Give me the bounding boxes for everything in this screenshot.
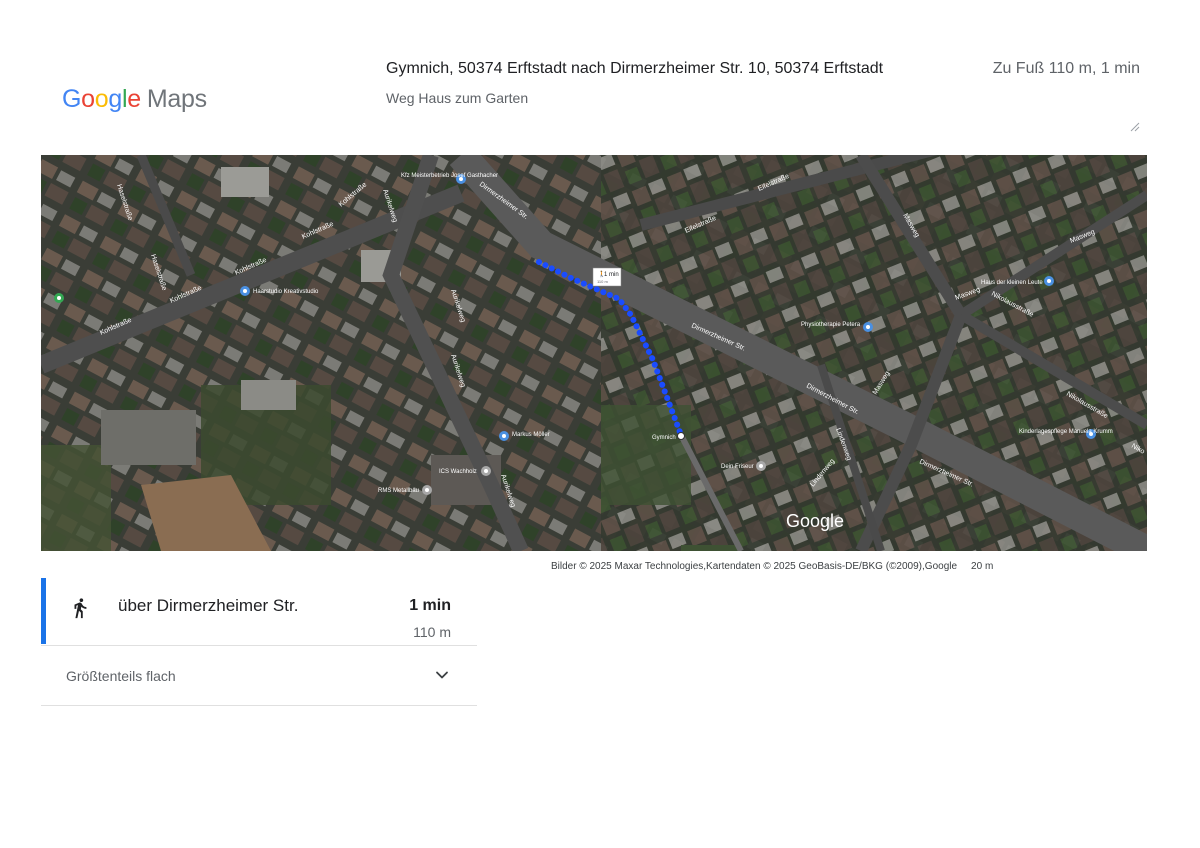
google-maps-logo: Google Maps — [62, 84, 207, 114]
map-scale[interactable]: 20 m — [971, 561, 993, 572]
callout-time: 1 min — [604, 272, 619, 278]
step-distance: 110 m — [413, 624, 451, 640]
route-title: Gymnich, 50374 Erftstadt nach Dirmerzhei… — [386, 60, 884, 77]
poi-label: ICS Wachholz — [439, 469, 477, 475]
map-view[interactable]: Kohlstraße Kohlstraße Kohlstraße Kohlstr… — [41, 155, 1147, 551]
callout-distance: 110 m — [597, 279, 608, 284]
walking-icon — [74, 598, 87, 619]
step-time: 1 min — [409, 597, 451, 614]
maps-wordmark: Maps — [146, 85, 207, 113]
route-summary: Zu Fuß 110 m, 1 min — [992, 60, 1140, 77]
poi-label: Kfz Meisterbetrieb Josef Gasthacher — [401, 173, 498, 179]
poi-label: Kinderlagespflege Manuela Krumm — [1019, 429, 1113, 435]
google-watermark: Google — [786, 511, 844, 531]
terrain-row[interactable]: Größtenteils flach — [41, 646, 477, 706]
poi-label: Dein Friseur — [721, 464, 754, 470]
poi-label: Physiotherapie Petera — [801, 322, 861, 328]
google-wordmark: Google — [62, 85, 141, 113]
poi-label: Markus Möller — [512, 432, 550, 438]
satellite-map: Kohlstraße Kohlstraße Kohlstraße Kohlstr… — [41, 155, 1147, 551]
route-start-marker[interactable] — [677, 432, 685, 440]
step-via: über Dirmerzheimer Str. — [118, 596, 299, 615]
poi-label: Haus der kleinen Leute — [981, 280, 1043, 286]
resize-handle-icon[interactable] — [1128, 120, 1140, 132]
poi-label: Haarstudio Kreativstudio — [253, 289, 319, 295]
route-callout[interactable]: 🚶 1 min 110 m — [592, 267, 622, 287]
chevron-down-icon[interactable] — [434, 667, 450, 683]
step-accent-bar — [41, 578, 46, 644]
route-note[interactable]: Weg Haus zum Garten — [386, 90, 528, 106]
terrain-label: Größtenteils flach — [66, 668, 176, 684]
attribution-text: Bilder © 2025 Maxar Technologies,Kartend… — [551, 561, 958, 572]
route-start-label: Gymnich — [652, 435, 676, 441]
poi-label: RMS Metallbau — [378, 488, 419, 494]
route-step[interactable]: über Dirmerzheimer Str. 1 min 110 m — [41, 578, 477, 646]
poi-marker[interactable] — [54, 293, 64, 303]
map-attribution: Bilder © 2025 Maxar Technologies,Kartend… — [551, 561, 993, 572]
